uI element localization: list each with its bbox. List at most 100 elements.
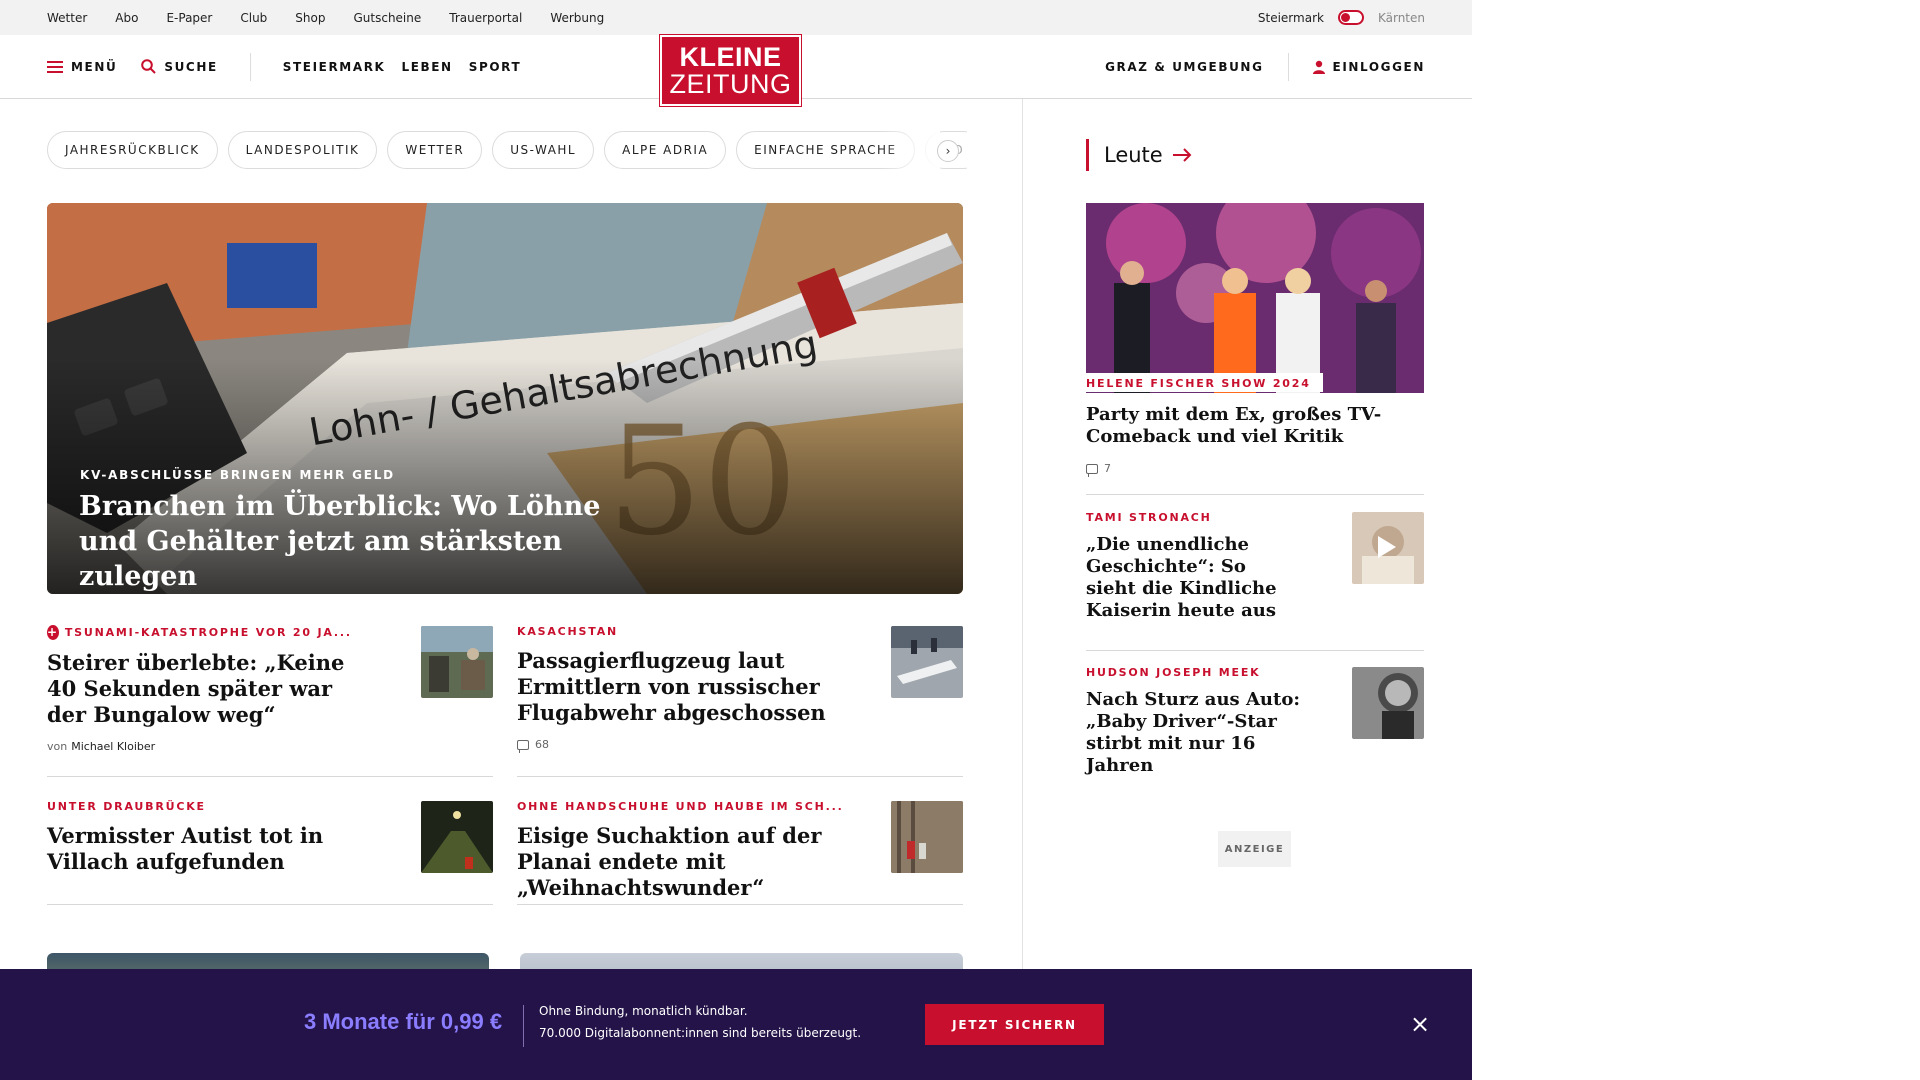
- logo-line1: KLEINE: [679, 41, 782, 72]
- nav-steiermark[interactable]: STEIERMARK: [283, 60, 386, 74]
- teaser-kicker: + TSUNAMI-KATASTROPHE VOR 20 JA...: [47, 625, 350, 640]
- nav-right: GRAZ & UMGEBUNG EINLOGGEN: [1105, 52, 1425, 81]
- teaser-villach[interactable]: UNTER DRAUBRÜCKE Vermisster Autist tot i…: [47, 800, 347, 875]
- utility-link-abo[interactable]: Abo: [115, 11, 138, 25]
- topic-chips: JAHRESRÜCKBLICK LANDESPOLITIK WETTER US-…: [47, 131, 967, 169]
- play-icon: [1378, 536, 1396, 558]
- planai-thumbnail: [891, 801, 963, 873]
- search-icon: [141, 59, 157, 74]
- night-thumbnail: [421, 801, 493, 873]
- main-nav: MENÜ SUCHE STEIERMARK LEBEN SPORT KLEINE…: [0, 34, 1472, 107]
- portrait-thumbnail: [1352, 667, 1424, 739]
- leute-lead-title[interactable]: Party mit dem Ex, großes TV-Comeback und…: [1086, 404, 1424, 448]
- comment-count: 68: [535, 738, 549, 751]
- teaser-separator: [517, 904, 963, 905]
- user-icon: [1312, 60, 1325, 74]
- search-label: SUCHE: [164, 59, 218, 74]
- teaser-thumb-tsunami[interactable]: [421, 626, 493, 698]
- nav-sport[interactable]: SPORT: [469, 60, 522, 74]
- teaser-title[interactable]: Vermisster Autist tot in Villach aufgefu…: [47, 823, 347, 875]
- hero-article[interactable]: 50 Lohn- / Gehaltsabrechnung KV-ABSCHLÜS…: [47, 203, 963, 594]
- subscribe-button[interactable]: JETZT SICHERN: [925, 1004, 1104, 1045]
- chip-us-wahl[interactable]: US-WAHL: [492, 131, 595, 169]
- leute-item-kicker: TAMI STRONACH: [1086, 511, 1212, 524]
- plane-thumbnail: [891, 626, 963, 698]
- teaser-kicker: UNTER DRAUBRÜCKE: [47, 800, 206, 813]
- chip-jahresrueckblick[interactable]: JAHRESRÜCKBLICK: [47, 131, 218, 169]
- close-icon[interactable]: ×: [1410, 1012, 1430, 1036]
- utility-link-trauerportal[interactable]: Trauerportal: [449, 11, 522, 25]
- leute-item-meek[interactable]: HUDSON JOSEPH MEEK Nach Sturz aus Auto: …: [1086, 666, 1316, 777]
- nav-graz[interactable]: GRAZ & UMGEBUNG: [1105, 60, 1263, 74]
- comment-icon: [1086, 463, 1098, 477]
- nav-divider: [249, 52, 251, 81]
- chip-alpe-adria[interactable]: ALPE ADRIA: [604, 131, 727, 169]
- teaser-title[interactable]: Steirer überlebte: „Keine 40 Sekunden sp…: [47, 650, 347, 728]
- utility-link-wetter[interactable]: Wetter: [47, 11, 87, 25]
- teaser-kasachstan[interactable]: KASACHSTAN Passagierflugzeug laut Ermitt…: [517, 625, 867, 753]
- chips-fade: [880, 131, 940, 169]
- search-button[interactable]: SUCHE: [141, 59, 217, 74]
- arrow-right-icon: [1172, 148, 1192, 162]
- show-stage-image: [1086, 203, 1424, 393]
- utility-link-shop[interactable]: Shop: [295, 11, 325, 25]
- leute-item-thumb-meek[interactable]: [1352, 667, 1424, 739]
- leute-item-title[interactable]: Nach Sturz aus Auto: „Baby Driver“-Star …: [1086, 689, 1316, 777]
- leute-item-title[interactable]: „Die unendliche Geschichte“: So sieht di…: [1086, 534, 1296, 622]
- leute-item-stronach[interactable]: TAMI STRONACH „Die unendliche Geschichte…: [1086, 511, 1296, 622]
- leute-lead-text[interactable]: Party mit dem Ex, großes TV-Comeback und…: [1086, 404, 1424, 477]
- teaser-planai[interactable]: OHNE HANDSCHUHE UND HAUBE IM SCH... Eisi…: [517, 800, 877, 901]
- teaser-thumb-villach[interactable]: [421, 801, 493, 873]
- chip-landespolitik[interactable]: LANDESPOLITIK: [227, 131, 378, 169]
- leute-lead-image[interactable]: [1086, 203, 1424, 393]
- column-divider: [1022, 99, 1023, 1080]
- hero-title[interactable]: Branchen im Überblick: Wo Löhne und Gehä…: [79, 489, 639, 594]
- login-button[interactable]: EINLOGGEN: [1312, 59, 1425, 74]
- menu-button[interactable]: MENÜ: [47, 60, 117, 74]
- right-separator: [1086, 494, 1424, 495]
- page: Wetter Abo E-Paper Club Shop Gutscheine …: [0, 0, 1472, 1080]
- leute-lead-comments[interactable]: 7: [1086, 462, 1424, 477]
- plus-icon: +: [47, 625, 59, 640]
- leute-item-kicker: HUDSON JOSEPH MEEK: [1086, 666, 1261, 679]
- teaser-separator: [47, 776, 493, 777]
- region-toggle[interactable]: [1337, 10, 1364, 25]
- teaser-tsunami[interactable]: + TSUNAMI-KATASTROPHE VOR 20 JA... Steir…: [47, 625, 350, 753]
- utility-link-werbung[interactable]: Werbung: [550, 11, 604, 25]
- tsunami-thumbnail: [421, 626, 493, 698]
- ad-label: ANZEIGE: [1218, 831, 1291, 867]
- promo-price: 3 Monate für 0,99 €: [304, 1009, 503, 1034]
- comment-count: 7: [1104, 462, 1111, 475]
- region-switch: Steiermark Kärnten: [1258, 10, 1425, 25]
- chevron-right-icon: ›: [945, 144, 951, 158]
- chip-wetter[interactable]: WETTER: [387, 131, 483, 169]
- byline-author[interactable]: Michael Kloiber: [71, 740, 155, 753]
- menu-label: MENÜ: [71, 59, 118, 74]
- logo[interactable]: KLEINE ZEITUNG: [659, 34, 802, 107]
- teaser-separator: [47, 904, 493, 905]
- utility-bar: Wetter Abo E-Paper Club Shop Gutscheine …: [0, 0, 1472, 35]
- region-kaernten[interactable]: Kärnten: [1378, 11, 1425, 25]
- utility-link-gutscheine[interactable]: Gutscheine: [353, 11, 421, 25]
- region-steiermark[interactable]: Steiermark: [1258, 11, 1324, 25]
- hamburger-icon: [47, 60, 63, 73]
- utility-link-club[interactable]: Club: [240, 11, 267, 25]
- utility-links: Wetter Abo E-Paper Club Shop Gutscheine …: [47, 11, 604, 25]
- teaser-title[interactable]: Passagierflugzeug laut Ermittlern von ru…: [517, 648, 867, 726]
- teaser-thumb-kasachstan[interactable]: [891, 626, 963, 698]
- nav-leben[interactable]: LEBEN: [401, 60, 452, 74]
- teaser-title[interactable]: Eisige Suchaktion auf der Planai endete …: [517, 823, 877, 901]
- nav-left: MENÜ SUCHE STEIERMARK LEBEN SPORT: [47, 52, 522, 81]
- promo-divider: [523, 1005, 524, 1047]
- teaser-kicker: OHNE HANDSCHUHE UND HAUBE IM SCH...: [517, 800, 844, 813]
- chips-next-button[interactable]: ›: [937, 140, 959, 162]
- right-separator: [1086, 650, 1424, 651]
- section-leute-header[interactable]: Leute: [1086, 139, 1193, 171]
- subscription-banner: 3 Monate für 0,99 € Ohne Bindung, monatl…: [0, 969, 1472, 1080]
- login-label: EINLOGGEN: [1332, 59, 1425, 74]
- teaser-comments[interactable]: 68: [517, 738, 867, 753]
- logo-line2: ZEITUNG: [669, 68, 792, 99]
- leute-item-thumb-video[interactable]: [1352, 512, 1424, 584]
- teaser-thumb-planai[interactable]: [891, 801, 963, 873]
- utility-link-epaper[interactable]: E-Paper: [166, 11, 212, 25]
